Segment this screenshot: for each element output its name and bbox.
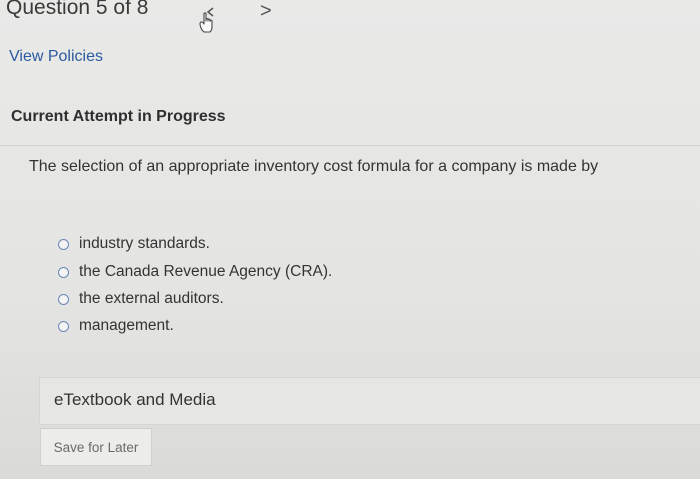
pointer-hand-icon	[199, 7, 214, 33]
radio-button[interactable]	[58, 266, 69, 278]
save-for-later-button[interactable]: Save for Later	[40, 428, 152, 466]
question-counter: Question 5 of 8	[6, 0, 149, 19]
radio-button[interactable]	[58, 293, 69, 305]
view-policies-link[interactable]: View Policies	[9, 48, 103, 66]
divider	[0, 145, 700, 146]
answer-option[interactable]: industry standards.	[58, 235, 210, 253]
next-question-button[interactable]: >	[260, 0, 272, 23]
answer-option-label: industry standards.	[79, 235, 210, 252]
question-text: The selection of an appropriate inventor…	[29, 158, 599, 175]
radio-button[interactable]	[58, 320, 69, 332]
answer-option[interactable]: the external auditors.	[58, 290, 224, 308]
section-title: Current Attempt in Progress	[11, 108, 226, 125]
etextbook-media-label: eTextbook and Media	[54, 390, 216, 409]
answer-option-label: management.	[79, 317, 174, 334]
answer-option-label: the Canada Revenue Agency (CRA).	[79, 263, 333, 280]
answer-option-label: the external auditors.	[79, 290, 224, 307]
answer-option[interactable]: management.	[58, 317, 174, 335]
answer-option[interactable]: the Canada Revenue Agency (CRA).	[58, 263, 332, 281]
etextbook-media-panel[interactable]: eTextbook and Media	[39, 377, 700, 425]
radio-button[interactable]	[58, 238, 69, 250]
previous-question-button[interactable]	[192, 0, 226, 36]
